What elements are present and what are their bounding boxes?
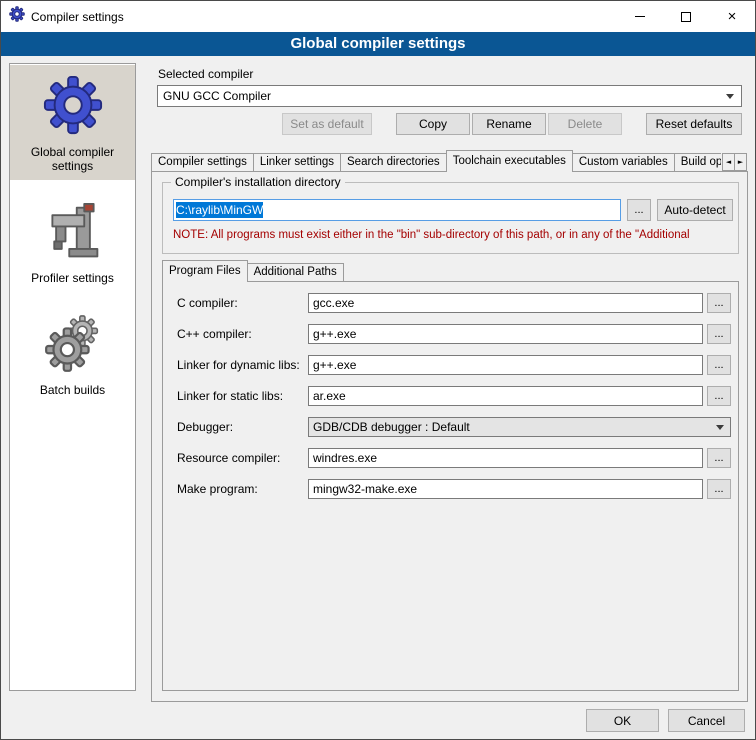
- chevron-down-icon: [716, 425, 724, 430]
- blue-gear-icon: [12, 74, 133, 141]
- rename-button[interactable]: Rename: [472, 113, 546, 135]
- sidebar-item-profiler-settings[interactable]: Profiler settings: [10, 193, 135, 292]
- field-label: Linker for dynamic libs:: [177, 358, 308, 372]
- tab-search-directories[interactable]: Search directories: [340, 153, 447, 172]
- profiler-tool-icon: [12, 202, 133, 267]
- tab-additional-paths[interactable]: Additional Paths: [247, 263, 344, 282]
- field-label: Resource compiler:: [177, 451, 308, 465]
- browse-make-program-button[interactable]: ...: [707, 479, 731, 499]
- window-controls: ×: [617, 1, 755, 32]
- debugger-dropdown[interactable]: GDB/CDB debugger : Default: [308, 417, 731, 437]
- sidebar-item-label: Batch builds: [12, 383, 133, 397]
- delete-button[interactable]: Delete: [548, 113, 622, 135]
- tab-scroll-right-button[interactable]: ►: [734, 153, 747, 171]
- tab-toolchain-executables[interactable]: Toolchain executables: [446, 150, 573, 172]
- field-label: Make program:: [177, 482, 308, 496]
- selected-compiler-label: Selected compiler: [158, 67, 253, 81]
- window-title: Compiler settings: [31, 10, 124, 24]
- ok-button[interactable]: OK: [586, 709, 659, 732]
- maximize-button[interactable]: [663, 1, 709, 32]
- minimize-icon: [635, 16, 645, 17]
- copy-button[interactable]: Copy: [396, 113, 470, 135]
- toolchain-form: C compiler: ... C++ compiler: ... Linker…: [163, 282, 738, 499]
- sidebar-item-batch-builds[interactable]: Batch builds: [10, 305, 135, 404]
- selected-compiler-dropdown[interactable]: GNU GCC Compiler: [157, 85, 742, 107]
- browse-dynamic-linker-button[interactable]: ...: [707, 355, 731, 375]
- set-as-default-button[interactable]: Set as default: [282, 113, 372, 135]
- program-tabstrip: Program Files Additional Paths: [162, 260, 343, 282]
- form-row-static-linker: Linker for static libs: ...: [163, 386, 738, 406]
- settings-tabstrip: Compiler settings Linker settings Search…: [151, 150, 721, 172]
- gray-gears-icon: [12, 314, 133, 379]
- browse-resource-compiler-button[interactable]: ...: [707, 448, 731, 468]
- form-row-dynamic-linker: Linker for dynamic libs: ...: [163, 355, 738, 375]
- toolchain-executables-panel: Compiler's installation directory C:\ray…: [151, 171, 748, 702]
- selected-compiler-value: GNU GCC Compiler: [163, 89, 271, 103]
- cancel-button[interactable]: Cancel: [668, 709, 745, 732]
- tab-linker-settings[interactable]: Linker settings: [253, 153, 341, 172]
- field-label: C++ compiler:: [177, 327, 308, 341]
- form-row-c-compiler: C compiler: ...: [163, 293, 738, 313]
- maximize-icon: [681, 12, 691, 22]
- c-compiler-input[interactable]: [308, 293, 703, 313]
- browse-cpp-compiler-button[interactable]: ...: [707, 324, 731, 344]
- selected-path-text: C:\raylib\MinGW: [176, 202, 263, 218]
- sidebar: Global compiler settings Profiler settin…: [9, 63, 136, 691]
- close-button[interactable]: ×: [709, 1, 755, 32]
- field-label: Linker for static libs:: [177, 389, 308, 403]
- field-label: Debugger:: [177, 420, 308, 434]
- auto-detect-button[interactable]: Auto-detect: [657, 199, 733, 221]
- program-files-panel: C compiler: ... C++ compiler: ... Linker…: [162, 281, 739, 691]
- dialog-header: Global compiler settings: [1, 32, 755, 56]
- static-libs-linker-input[interactable]: [308, 386, 703, 406]
- browse-installation-directory-button[interactable]: ...: [627, 199, 651, 221]
- tab-build-options[interactable]: Build options: [674, 153, 721, 172]
- installation-directory-group: Compiler's installation directory C:\ray…: [162, 182, 739, 254]
- field-label: C compiler:: [177, 296, 308, 310]
- titlebar: Compiler settings ×: [1, 1, 755, 32]
- compiler-settings-window: Compiler settings × Global compiler sett…: [0, 0, 756, 740]
- sidebar-item-label: Global compiler settings: [12, 145, 133, 173]
- tab-scroll-controls: ◄ ►: [722, 153, 747, 171]
- installation-note: NOTE: All programs must exist either in …: [173, 229, 735, 241]
- tab-program-files[interactable]: Program Files: [162, 260, 248, 282]
- installation-directory-group-label: Compiler's installation directory: [171, 175, 345, 189]
- form-row-make-program: Make program: ...: [163, 479, 738, 499]
- reset-defaults-button[interactable]: Reset defaults: [646, 113, 742, 135]
- dynamic-libs-linker-input[interactable]: [308, 355, 703, 375]
- dialog-header-title: Global compiler settings: [290, 35, 465, 52]
- form-row-cpp-compiler: C++ compiler: ...: [163, 324, 738, 344]
- form-row-resource-compiler: Resource compiler: ...: [163, 448, 738, 468]
- resource-compiler-input[interactable]: [308, 448, 703, 468]
- chevron-down-icon: [726, 94, 734, 99]
- sidebar-item-label: Profiler settings: [12, 271, 133, 285]
- tab-custom-variables[interactable]: Custom variables: [572, 153, 675, 172]
- debugger-value: GDB/CDB debugger : Default: [313, 420, 470, 434]
- browse-c-compiler-button[interactable]: ...: [707, 293, 731, 313]
- make-program-input[interactable]: [308, 479, 703, 499]
- form-row-debugger: Debugger: GDB/CDB debugger : Default: [163, 417, 738, 437]
- app-gear-icon: [9, 6, 25, 27]
- cpp-compiler-input[interactable]: [308, 324, 703, 344]
- close-icon: ×: [728, 9, 737, 24]
- installation-directory-input[interactable]: C:\raylib\MinGW: [173, 199, 621, 221]
- tab-compiler-settings[interactable]: Compiler settings: [151, 153, 254, 172]
- sidebar-item-global-compiler-settings[interactable]: Global compiler settings: [10, 65, 135, 180]
- browse-static-linker-button[interactable]: ...: [707, 386, 731, 406]
- minimize-button[interactable]: [617, 1, 663, 32]
